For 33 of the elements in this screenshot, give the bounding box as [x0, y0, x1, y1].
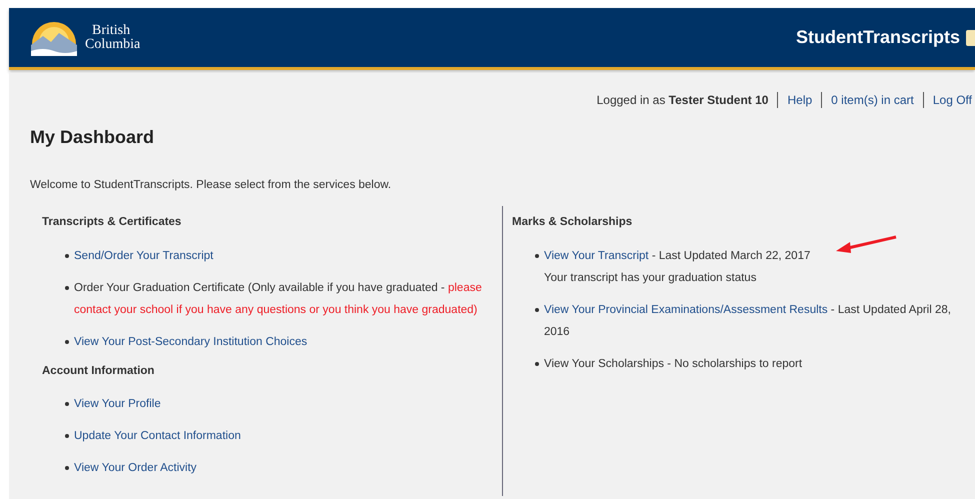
list-item-text: View Your Provincial Examinations/Assessment Results - Last Updated April 28, 2016: [544, 302, 952, 340]
link[interactable]: Send/Order Your Transcript: [74, 250, 214, 262]
link[interactable]: Update Your Contact Information: [74, 430, 241, 442]
note-text: Your transcript has your graduation status: [544, 270, 758, 286]
link[interactable]: View Your Post-Secondary Institution Choices: [74, 336, 308, 348]
site-title: StudentTranscripts: [796, 26, 960, 49]
welcome-text: Welcome to StudentTranscripts. Please select from the services below.: [30, 178, 392, 193]
document-icon: [966, 30, 975, 46]
page-title: My Dashboard: [30, 126, 156, 149]
bullet-icon: [535, 254, 539, 258]
item-text: View Your Scholarships - No scholarships to report: [544, 358, 802, 370]
bullet-icon: [535, 362, 539, 366]
header-link[interactable]: Log Off: [932, 91, 972, 109]
logged-in-text: Logged in as Tester Student 10: [596, 92, 768, 109]
link[interactable]: View Your Provincial Examinations/Assessment Results: [544, 304, 828, 316]
logo-text: British Columbia: [85, 24, 140, 52]
bullet-icon: [65, 434, 69, 438]
link[interactable]: View Your Order Activity: [74, 462, 197, 474]
bullet-icon: [65, 254, 69, 258]
section-heading: Account Information: [42, 364, 156, 378]
section-heading: Marks & Scholarships: [512, 215, 634, 230]
bullet-icon: [65, 286, 69, 290]
link[interactable]: View Your Profile: [74, 398, 161, 410]
header-link[interactable]: Help: [787, 91, 812, 109]
bullet-icon: [65, 402, 69, 406]
bullet-icon: [535, 308, 539, 312]
list-item-text: View Your Transcript - Last Updated March 22, 2017: [544, 248, 810, 264]
link[interactable]: View Your Transcript: [544, 250, 649, 262]
list-item-text: Order Your Graduation Certificate (Only available if you have graduated - please contact your school if you have any questions or you think you have graduated): [74, 280, 483, 318]
header-link[interactable]: 0 item(s) in cart: [831, 91, 914, 109]
bullet-icon: [65, 466, 69, 470]
section-heading: Transcripts & Certificates: [42, 215, 182, 230]
bullet-icon: [65, 340, 69, 344]
